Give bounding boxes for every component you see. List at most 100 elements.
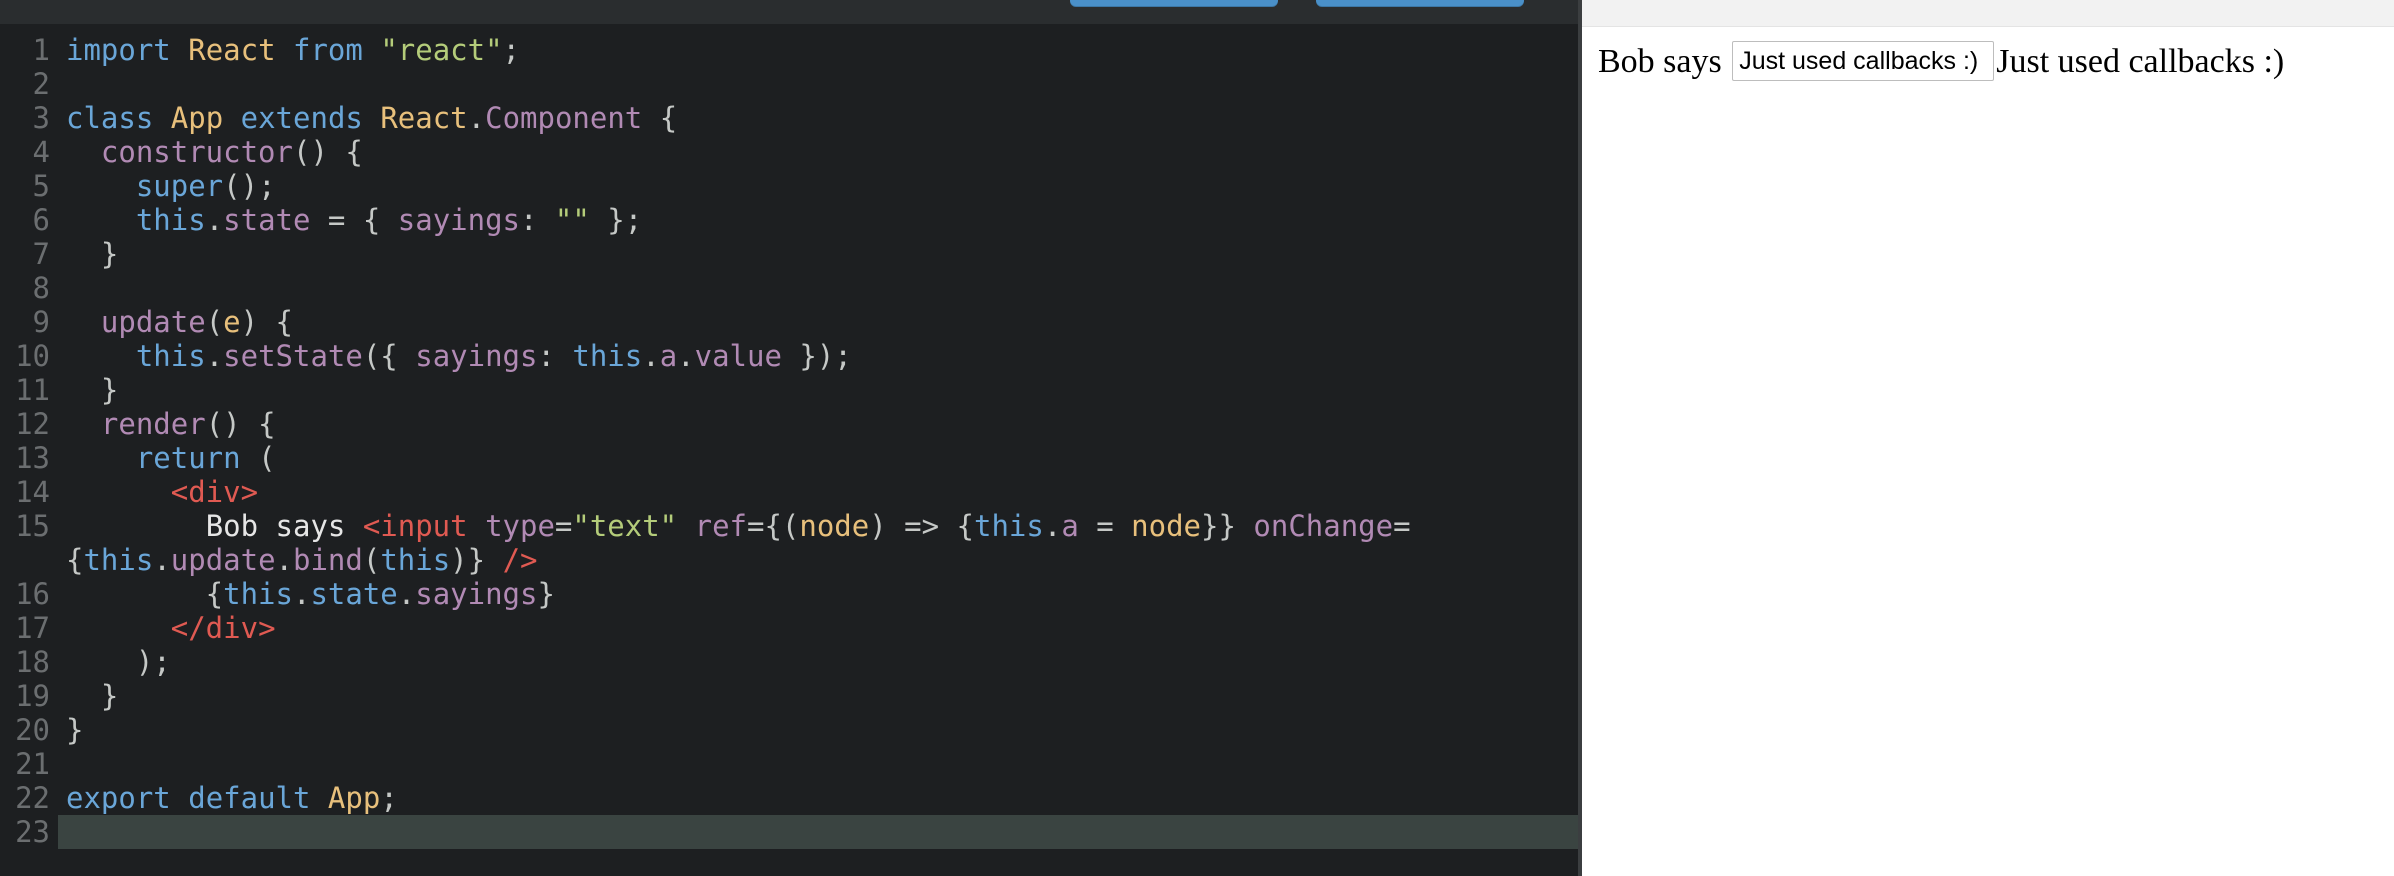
code-line[interactable]: 13 return ( bbox=[0, 441, 1578, 475]
code-line[interactable]: 2 bbox=[0, 67, 1578, 101]
code-token: ; bbox=[502, 33, 521, 67]
code-token: a bbox=[1061, 509, 1079, 543]
code-token: from bbox=[293, 33, 363, 67]
line-number: 18 bbox=[15, 645, 50, 679]
code-line[interactable]: 8 bbox=[0, 271, 1578, 305]
line-number: 19 bbox=[15, 679, 50, 713]
line-number: 7 bbox=[32, 237, 50, 271]
playground-window: 1 import React from "react"; 2 3 class App e… bbox=[0, 0, 2394, 876]
code-line[interactable]: 17 </div> bbox=[0, 611, 1578, 645]
line-code[interactable]: import React from "react"; bbox=[66, 33, 1506, 67]
code-token: . bbox=[153, 543, 171, 577]
code-editor[interactable]: 1 import React from "react"; 2 3 class App e… bbox=[0, 0, 1578, 876]
code-token: } bbox=[537, 577, 555, 611]
line-code[interactable]: constructor() { bbox=[66, 135, 1506, 169]
line-code[interactable]: </div> bbox=[66, 611, 1506, 645]
sayings-input[interactable] bbox=[1732, 41, 1995, 82]
line-code[interactable]: update(e) { bbox=[66, 305, 1506, 339]
code-token: return bbox=[135, 441, 241, 475]
line-number: 10 bbox=[15, 339, 50, 373]
line-code[interactable]: ); bbox=[66, 645, 1506, 679]
code-token: sayings bbox=[397, 203, 520, 237]
code-line[interactable]: 14 <div> bbox=[0, 475, 1578, 509]
preview-toolbar bbox=[1582, 0, 2394, 27]
share-button[interactable] bbox=[1316, 0, 1524, 6]
code-line[interactable]: 6 this.state = { sayings: "" }; bbox=[0, 203, 1578, 237]
line-code[interactable]: } bbox=[66, 373, 1506, 407]
code-line[interactable]: 4 constructor() { bbox=[0, 135, 1578, 169]
code-token: setState bbox=[223, 339, 363, 373]
code-line[interactable]: 19 } bbox=[0, 679, 1578, 713]
code-line[interactable]: 3 class App extends React.Component { bbox=[0, 101, 1578, 135]
code-token: : bbox=[537, 339, 573, 373]
code-token: update bbox=[170, 543, 276, 577]
code-token: . bbox=[205, 203, 224, 237]
code-token: this bbox=[223, 577, 293, 611]
line-number: 8 bbox=[32, 271, 50, 305]
code-token: } bbox=[66, 713, 84, 747]
line-number: 3 bbox=[32, 101, 50, 135]
code-token: { bbox=[66, 577, 224, 611]
code-token: React bbox=[380, 101, 468, 135]
code-token: export bbox=[66, 781, 171, 815]
code-token: }; bbox=[589, 203, 643, 237]
code-token: bind bbox=[293, 543, 363, 577]
code-token: . bbox=[292, 577, 311, 611]
line-code[interactable]: super(); bbox=[66, 169, 1506, 203]
line-number: 9 bbox=[32, 305, 50, 339]
line-code[interactable]: } bbox=[66, 679, 1506, 713]
code-line[interactable]: 23 bbox=[0, 815, 1578, 849]
line-code[interactable]: export default App; bbox=[66, 781, 1506, 815]
code-line[interactable]: 16 {this.state.sayings} bbox=[0, 577, 1578, 611]
line-code[interactable]: render() { bbox=[66, 407, 1506, 441]
code-line[interactable]: 1 import React from "react"; bbox=[0, 33, 1578, 67]
code-token: type bbox=[485, 509, 555, 543]
line-code[interactable]: } bbox=[66, 713, 1506, 747]
code-token: "react" bbox=[380, 33, 503, 67]
code-line[interactable]: 9 update(e) { bbox=[0, 305, 1578, 339]
line-number: 14 bbox=[15, 475, 50, 509]
code-token: value bbox=[694, 339, 782, 373]
code-lines[interactable]: 1 import React from "react"; 2 3 class App e… bbox=[0, 33, 1578, 849]
line-code[interactable]: class App extends React.Component { bbox=[66, 101, 1506, 135]
line-code[interactable]: this.state = { sayings: "" }; bbox=[66, 203, 1506, 237]
code-token: <input bbox=[362, 509, 468, 543]
line-code[interactable]: <div> bbox=[66, 475, 1506, 509]
run-button[interactable] bbox=[1070, 0, 1278, 6]
code-line[interactable]: 12 render() { bbox=[0, 407, 1578, 441]
code-line[interactable]: 5 super(); bbox=[0, 169, 1578, 203]
code-token: } bbox=[66, 679, 119, 713]
code-line[interactable]: 15 Bob says <input type="text" ref={(nod… bbox=[0, 509, 1578, 577]
line-code[interactable]: this.setState({ sayings: this.a.value })… bbox=[66, 339, 1506, 373]
code-line[interactable]: 22 export default App; bbox=[0, 781, 1578, 815]
line-number: 4 bbox=[32, 135, 50, 169]
code-token: App bbox=[327, 781, 381, 815]
line-number: 16 bbox=[15, 577, 50, 611]
line-code[interactable]: } bbox=[66, 237, 1506, 271]
code-token: Component bbox=[485, 101, 643, 135]
code-token: Bob says bbox=[205, 509, 363, 543]
code-line[interactable]: 21 bbox=[0, 747, 1578, 781]
code-token: React bbox=[188, 33, 276, 67]
code-line[interactable]: 18 ); bbox=[0, 645, 1578, 679]
line-code[interactable]: return ( bbox=[66, 441, 1506, 475]
code-token: = bbox=[554, 509, 573, 543]
line-number: 21 bbox=[15, 747, 50, 781]
code-token: this bbox=[83, 543, 154, 577]
code-line[interactable]: 10 this.setState({ sayings: this.a.value… bbox=[0, 339, 1578, 373]
code-token: default bbox=[188, 781, 311, 815]
code-line[interactable]: 20} bbox=[0, 713, 1578, 747]
code-line[interactable]: 11 } bbox=[0, 373, 1578, 407]
line-code[interactable]: Bob says <input type="text" ref={(node) … bbox=[66, 509, 1506, 577]
code-line[interactable]: 7 } bbox=[0, 237, 1578, 271]
code-token: ref bbox=[694, 509, 747, 543]
line-code[interactable]: {this.state.sayings} bbox=[66, 577, 1506, 611]
